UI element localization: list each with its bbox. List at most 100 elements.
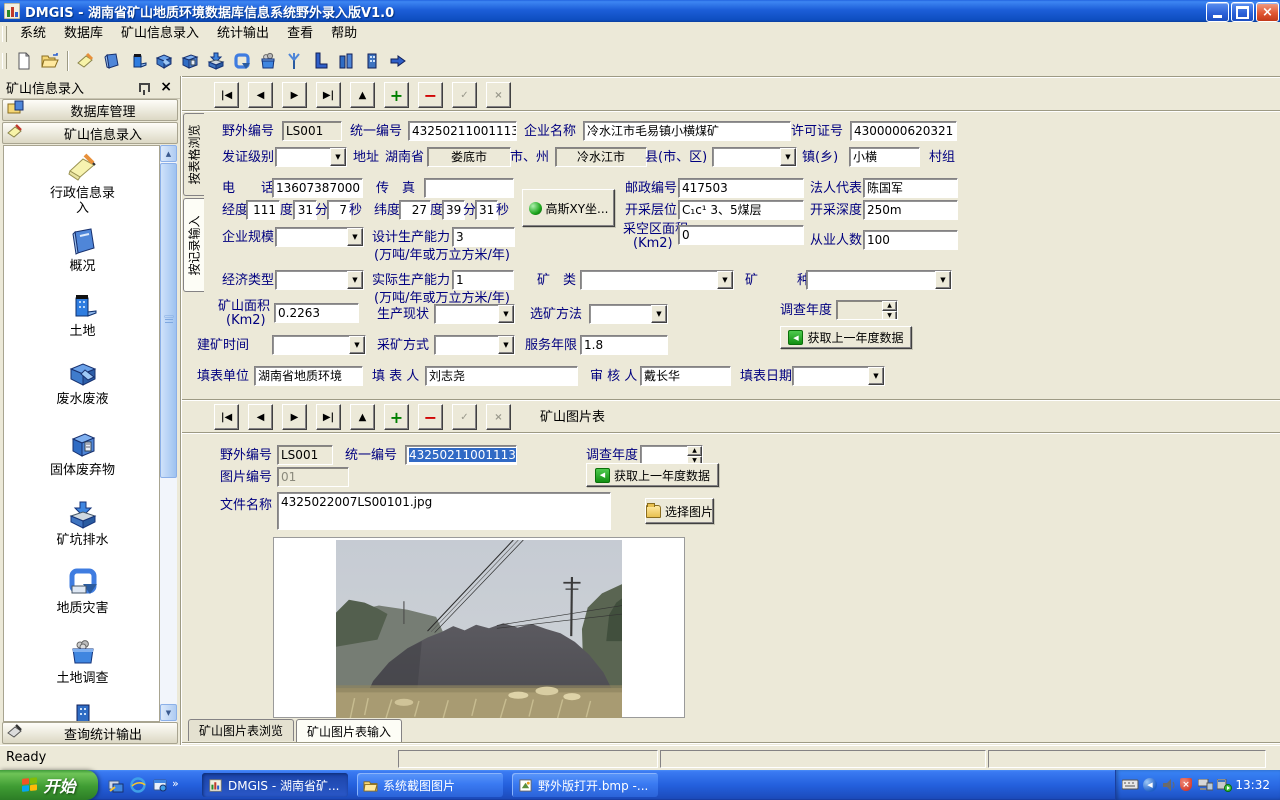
mineral-kind-select[interactable]: 煤 ▼ [806, 270, 952, 290]
nav-prev-button[interactable]: ◀ [248, 82, 273, 108]
photo-nav-delete-button[interactable]: − [418, 404, 443, 430]
admin-entry-icon[interactable] [4, 151, 160, 186]
longitude-min-field[interactable]: 31 [293, 200, 317, 220]
chevron-down-icon[interactable]: ▼ [347, 271, 363, 289]
volume-icon[interactable] [1163, 779, 1176, 794]
actual-capacity-field[interactable]: 1 [452, 270, 514, 290]
tab-photo-table-input[interactable]: 矿山图片表输入 [296, 719, 402, 742]
wastewater-icon[interactable] [4, 358, 160, 393]
chevron-down-icon[interactable]: ▼ [780, 148, 796, 166]
overview-icon[interactable] [100, 49, 124, 73]
mineral-class-select[interactable]: 能源矿产 ▼ [580, 270, 734, 290]
land-icon[interactable] [126, 49, 150, 73]
nav-last-button[interactable]: ▶| [316, 82, 341, 108]
mining-depth-field[interactable]: 250m [863, 200, 958, 220]
mine-drainage-icon[interactable] [204, 49, 228, 73]
latitude-deg-field[interactable]: 27 [399, 200, 431, 220]
sidebar-item-admin-entry[interactable]: 行政信息录入 [4, 186, 160, 216]
menu-system[interactable]: 系统 [11, 22, 55, 45]
database-monitor-icon[interactable] [1217, 779, 1232, 795]
chevron-down-icon[interactable]: ▼ [349, 336, 365, 354]
sidebar-scrollbar[interactable]: ▲ ▼ [160, 145, 177, 722]
taskbar-task-dmgis[interactable]: DMGIS - 湖南省矿... [202, 773, 348, 797]
scroll-up-icon[interactable]: ▲ [160, 145, 177, 162]
mining-method-select[interactable]: 井下开采 ▼ [434, 335, 515, 355]
wastewater-icon[interactable] [152, 49, 176, 73]
enterprise-scale-select[interactable]: 小型企业 ▼ [275, 227, 364, 247]
file-name-field[interactable]: 4325022007LS00101.jpg [277, 492, 611, 530]
open-folder-icon[interactable] [38, 49, 62, 73]
menu-statistics-output[interactable]: 统计输出 [208, 22, 278, 45]
photo-survey-year-spinner[interactable]: 2007 ▲▼ [640, 445, 703, 465]
spin-up-icon[interactable]: ▲ [687, 446, 702, 456]
sidebar-group-database[interactable]: 数据库管理 [2, 99, 178, 121]
partial-building-icon[interactable] [4, 701, 160, 722]
scroll-down-icon[interactable]: ▼ [160, 704, 177, 721]
new-document-icon[interactable] [12, 49, 36, 73]
scrollbar-thumb[interactable] [160, 163, 177, 478]
economic-type-select[interactable]: 个体 ▼ [275, 270, 364, 290]
fetch-previous-year-button[interactable]: ◀ 获取上一年度数据 [780, 326, 912, 349]
security-alert-icon[interactable]: × [1180, 778, 1192, 791]
sidebar-item-overview[interactable]: 概况 [4, 259, 160, 274]
service-years-field[interactable]: 1.8 [580, 335, 668, 355]
form-filler-field[interactable]: 刘志尧 [425, 366, 578, 386]
buildings-icon[interactable] [334, 49, 358, 73]
longitude-deg-field[interactable]: 111 [246, 200, 280, 220]
mine-area-field[interactable]: 0.2263 [274, 303, 359, 323]
design-capacity-field[interactable]: 3 [452, 227, 515, 247]
sidebar-group-query-output[interactable]: 查询统计输出 [2, 722, 178, 744]
sidebar-item-land[interactable]: 土地 [4, 324, 160, 339]
photo-field-number-field[interactable]: LS001 [277, 445, 333, 465]
photo-nav-add-button[interactable]: + [384, 404, 409, 430]
photo-nav-cancel-button[interactable]: × [486, 404, 511, 430]
goaf-area-field[interactable]: 0 [678, 225, 804, 245]
photo-nav-first-button[interactable]: |◀ [214, 404, 239, 430]
land-survey-icon[interactable] [4, 636, 160, 671]
field-number-field[interactable]: LS001 [282, 121, 342, 141]
photo-nav-prev-button[interactable]: ◀ [248, 404, 273, 430]
pin-icon[interactable] [139, 83, 150, 92]
sidebar-item-land-survey[interactable]: 土地调查 [4, 671, 160, 686]
network-icon[interactable] [1198, 779, 1213, 794]
chevron-down-icon[interactable]: ▼ [935, 271, 951, 289]
menu-view[interactable]: 查看 [278, 22, 322, 45]
chevron-down-icon[interactable]: ▼ [651, 305, 667, 323]
taskbar-task-screenshots-folder[interactable]: 系统截图图片 [357, 773, 503, 797]
sidebar-item-wastewater[interactable]: 废水废液 [4, 392, 160, 407]
photo-unified-number-field[interactable]: 43250211001113 [405, 445, 517, 465]
sidebar-splitter[interactable] [180, 76, 182, 745]
taskbar-task-bmp-paint[interactable]: 野外版打开.bmp -... [512, 773, 658, 797]
production-status-select[interactable]: 生产 ▼ [434, 304, 515, 324]
menu-help[interactable]: 帮助 [322, 22, 366, 45]
photo-nav-last-button[interactable]: ▶| [316, 404, 341, 430]
land-survey-icon[interactable] [256, 49, 280, 73]
chevron-down-icon[interactable]: ▼ [868, 367, 884, 385]
form-date-select[interactable]: 2007-11-13 ▼ [792, 366, 885, 386]
prefecture-field[interactable]: 冷水江市 [555, 147, 647, 167]
tab-input-by-record[interactable]: 按记录输入 [183, 198, 204, 292]
latitude-sec-field[interactable]: 31 [475, 200, 498, 220]
spin-down-icon[interactable]: ▼ [882, 311, 897, 320]
picture-number-field[interactable]: 01 [277, 467, 349, 487]
nav-delete-button[interactable]: − [418, 82, 443, 108]
form-unit-field[interactable]: 湖南省地质环境 [254, 366, 363, 386]
nav-first-button[interactable]: |◀ [214, 82, 239, 108]
keyboard-icon[interactable] [1122, 779, 1139, 793]
chevron-down-icon[interactable]: ▼ [498, 305, 514, 323]
longitude-sec-field[interactable]: 7 [327, 200, 351, 220]
town-field[interactable]: 小横 [849, 147, 920, 167]
latitude-min-field[interactable]: 39 [442, 200, 465, 220]
nav-confirm-button[interactable]: ✓ [452, 82, 477, 108]
survey-year-spinner[interactable]: 2007 ▲▼ [836, 300, 898, 320]
menu-mine-info-entry[interactable]: 矿山信息录入 [112, 22, 208, 45]
tab-browse-by-table[interactable]: 按表格浏览 [183, 113, 204, 196]
legal-rep-field[interactable]: 陈国军 [863, 178, 958, 198]
photo-nav-top-button[interactable]: ▲ [350, 404, 375, 430]
restore-button[interactable] [1231, 2, 1254, 22]
chevron-down-icon[interactable]: ▼ [347, 228, 363, 246]
language-bar-icon[interactable]: ◀ [1143, 778, 1157, 792]
minimize-button[interactable] [1206, 2, 1229, 22]
mine-drainage-icon[interactable] [4, 499, 160, 534]
close-button[interactable]: × [1256, 2, 1279, 22]
